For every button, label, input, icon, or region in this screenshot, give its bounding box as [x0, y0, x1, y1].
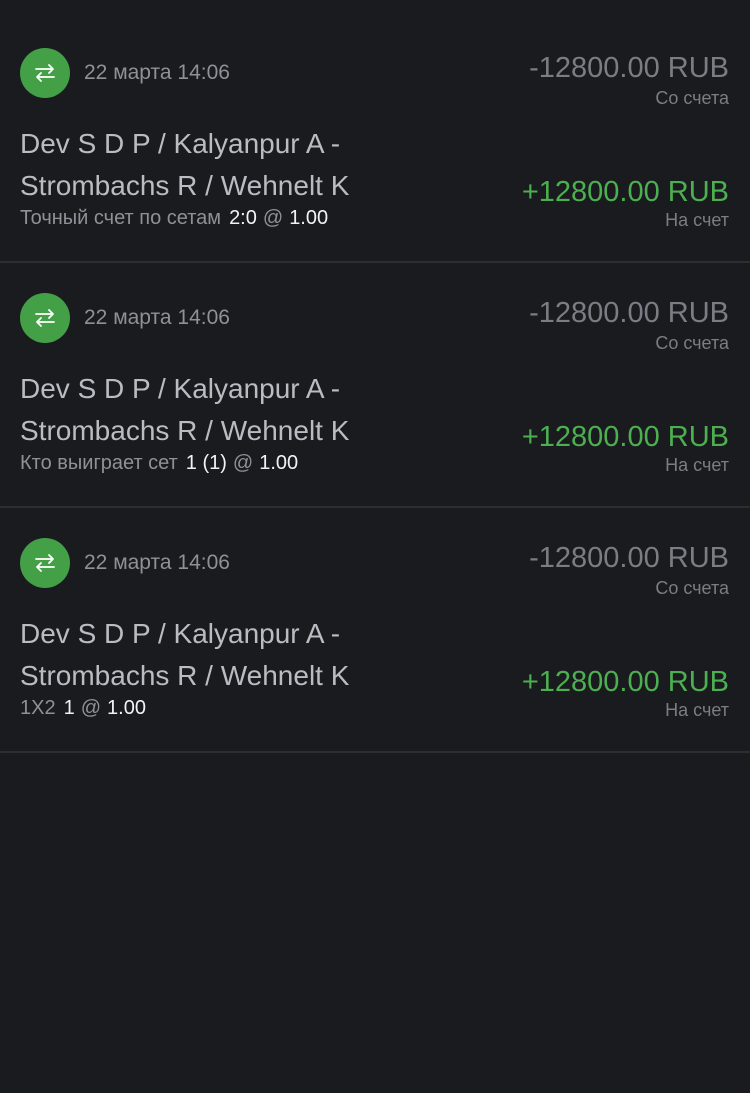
debit-amount: -12800.00 RUB: [529, 297, 729, 329]
bet-details: Точный счет по сетам 2:0 @1.00: [20, 207, 328, 230]
transfer-arrows-icon: [20, 48, 70, 98]
event-line-2: Strombachs R / Wehnelt K: [20, 415, 350, 446]
event-line-2: Strombachs R / Wehnelt K: [20, 660, 350, 691]
event-name: Dev S D P / Kalyanpur A - Strombachs R /…: [20, 368, 420, 452]
transaction-list: 22 марта 14:06 -12800.00 RUB Со счета De…: [0, 18, 750, 753]
transaction-item[interactable]: 22 марта 14:06 -12800.00 RUB Со счета De…: [0, 18, 750, 263]
bet-at-sign: @: [80, 697, 102, 719]
event-name: Dev S D P / Kalyanpur A - Strombachs R /…: [20, 123, 420, 207]
bet-odds: 1.00: [259, 452, 299, 474]
event-name: Dev S D P / Kalyanpur A - Strombachs R /…: [20, 613, 420, 697]
bet-at-sign: @: [232, 452, 254, 474]
transfer-arrows-icon: [20, 293, 70, 343]
bet-market: Точный счет по сетам: [20, 207, 222, 229]
debit-amount: -12800.00 RUB: [529, 542, 729, 574]
debit-label: Со счета: [655, 333, 729, 353]
bet-odds: 1.00: [107, 697, 146, 719]
transfer-arrows-icon: [20, 538, 70, 588]
transaction-date: 22 марта 14:06: [84, 306, 230, 329]
transaction-date: 22 марта 14:06: [84, 61, 230, 84]
bet-market: 1X2: [20, 697, 56, 719]
bet-pick: 2:0: [229, 207, 257, 229]
credit-amount: +12800.00 RUB: [521, 421, 729, 453]
event-line-2: Strombachs R / Wehnelt K: [20, 170, 350, 201]
debit-label: Со счета: [655, 88, 729, 108]
transaction-item[interactable]: 22 марта 14:06 -12800.00 RUB Со счета De…: [0, 508, 750, 753]
bet-details: 1X2 1 @1.00: [20, 697, 146, 720]
bet-pick: 1 (1): [185, 452, 227, 474]
credit-amount: +12800.00 RUB: [521, 176, 729, 208]
credit-label: На счет: [665, 455, 729, 475]
event-line-1: Dev S D P / Kalyanpur A -: [20, 373, 341, 404]
event-line-1: Dev S D P / Kalyanpur A -: [20, 128, 341, 159]
credit-label: На счет: [665, 700, 729, 720]
bet-market: Кто выиграет сет: [20, 452, 178, 474]
credit-amount: +12800.00 RUB: [521, 666, 729, 698]
debit-label: Со счета: [655, 578, 729, 598]
event-line-1: Dev S D P / Kalyanpur A -: [20, 618, 341, 649]
bet-at-sign: @: [262, 207, 284, 229]
credit-label: На счет: [665, 210, 729, 230]
transaction-date: 22 марта 14:06: [84, 551, 230, 574]
debit-amount: -12800.00 RUB: [529, 52, 729, 84]
bet-odds: 1.00: [289, 207, 329, 229]
bet-pick: 1: [63, 697, 75, 719]
transaction-item[interactable]: 22 марта 14:06 -12800.00 RUB Со счета De…: [0, 263, 750, 508]
bet-details: Кто выиграет сет 1 (1) @1.00: [20, 452, 298, 475]
